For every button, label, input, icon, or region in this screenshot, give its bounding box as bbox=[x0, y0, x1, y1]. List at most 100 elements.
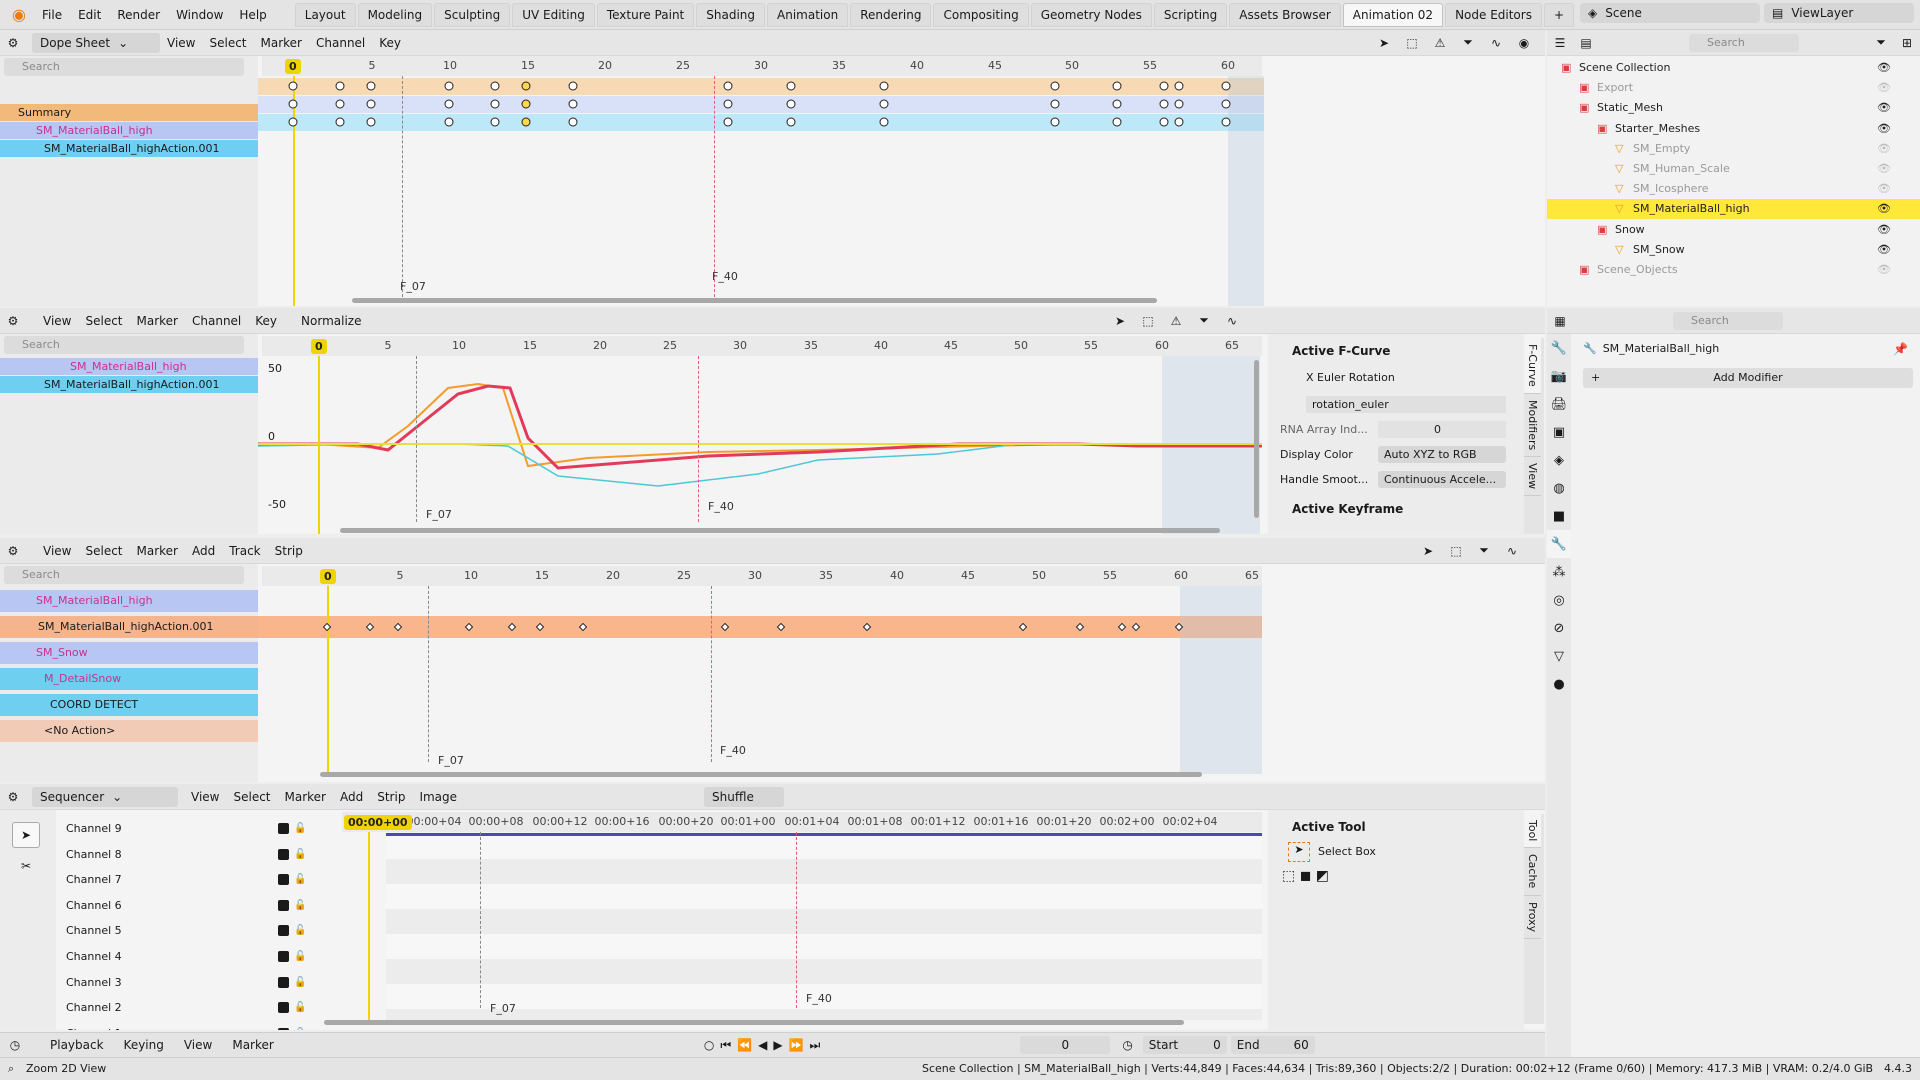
outliner-row[interactable]: ▣ Scene Collection 👁 bbox=[1547, 58, 1920, 78]
dope-sheet-mode-dropdown[interactable]: Dope Sheet ⌄ bbox=[32, 32, 160, 53]
lock-icon[interactable]: 🔓 bbox=[294, 946, 306, 968]
channel-mute-checkbox[interactable] bbox=[278, 823, 289, 834]
keyframe[interactable] bbox=[1174, 81, 1184, 91]
active-keyframe-panel-title[interactable]: Active Keyframe bbox=[1292, 502, 1403, 516]
nla-coord-detect-channel[interactable]: COORD DETECT bbox=[0, 694, 258, 716]
object-tab-icon[interactable]: ■ bbox=[1547, 502, 1571, 530]
fcurve-path-field[interactable]: rotation_euler bbox=[1306, 396, 1506, 413]
editor-type-icon[interactable]: ⚙ bbox=[0, 311, 26, 331]
graph-v-scrollbar[interactable] bbox=[1254, 360, 1259, 518]
keyframe[interactable] bbox=[444, 81, 453, 91]
tool-tab-icon[interactable]: 🔧 bbox=[1547, 334, 1571, 362]
menu-keying[interactable]: Keying bbox=[114, 1038, 174, 1052]
keyframe[interactable] bbox=[723, 99, 733, 109]
lock-icon[interactable]: 🔓 bbox=[294, 972, 306, 994]
active-tool-panel-title[interactable]: Active Tool bbox=[1292, 820, 1366, 834]
keyframe[interactable] bbox=[1050, 99, 1060, 109]
tab-modifiers[interactable]: Modifiers bbox=[1524, 394, 1541, 457]
tab-view[interactable]: View bbox=[1524, 457, 1541, 497]
menu-marker[interactable]: Marker bbox=[130, 309, 185, 333]
constraints-tab-icon[interactable]: ⊘ bbox=[1547, 614, 1571, 642]
tab-rendering[interactable]: Rendering bbox=[850, 2, 932, 27]
channel-mute-checkbox[interactable] bbox=[278, 848, 289, 860]
summary-channel[interactable]: Summary bbox=[0, 104, 258, 121]
menu-key[interactable]: Key bbox=[372, 31, 408, 55]
menu-view[interactable]: View bbox=[160, 31, 202, 55]
tab-animation[interactable]: Animation bbox=[767, 2, 849, 27]
add-modifier-button[interactable]: + Add Modifier bbox=[1583, 368, 1913, 388]
array-index-field[interactable]: 0 bbox=[1378, 421, 1506, 438]
nla-action-channel[interactable]: SM_MaterialBall_highAction.001 bbox=[0, 616, 258, 638]
visibility-eye-icon[interactable]: 👁 bbox=[1877, 98, 1891, 118]
outliner-row[interactable]: ▣ Static_Mesh 👁 bbox=[1547, 98, 1920, 118]
keyframe[interactable] bbox=[335, 117, 345, 127]
playhead[interactable] bbox=[368, 832, 370, 1020]
keyframe[interactable] bbox=[1221, 99, 1231, 109]
view-layer-selector[interactable]: ▤ ViewLayer bbox=[1764, 3, 1914, 23]
visibility-eye-icon[interactable]: 👁 bbox=[1877, 139, 1891, 159]
view-layer-tab-icon[interactable]: ▣ bbox=[1547, 418, 1571, 446]
current-frame-indicator[interactable]: 00:00+00 bbox=[344, 815, 412, 830]
lock-icon[interactable]: 🔓 bbox=[294, 869, 306, 891]
keyframe[interactable] bbox=[1112, 99, 1122, 109]
graph-h-scrollbar[interactable] bbox=[340, 528, 1220, 533]
channel-mute-checkbox[interactable] bbox=[278, 899, 289, 911]
box-select-icon[interactable]: ⬚ bbox=[1399, 33, 1425, 53]
tab-texture-paint[interactable]: Texture Paint bbox=[596, 2, 695, 27]
select-icon[interactable]: ➤ bbox=[1107, 311, 1133, 331]
keyframe[interactable] bbox=[786, 99, 796, 109]
keyframe[interactable] bbox=[1221, 81, 1231, 91]
keyframe[interactable] bbox=[288, 99, 298, 109]
blade-tool-icon[interactable]: ✂ bbox=[12, 854, 40, 880]
keyframe[interactable] bbox=[723, 81, 733, 91]
current-frame-indicator[interactable]: 0 bbox=[320, 569, 336, 584]
lock-icon[interactable]: 🔓 bbox=[294, 818, 306, 840]
visibility-eye-icon[interactable]: 👁 bbox=[1877, 179, 1891, 199]
lock-icon[interactable]: 🔓 bbox=[294, 920, 306, 942]
marker-f07[interactable]: F_07 bbox=[400, 280, 426, 293]
keyframe[interactable] bbox=[568, 117, 578, 127]
outliner-search-input[interactable]: Search bbox=[1689, 33, 1799, 52]
menu-view[interactable]: View bbox=[174, 1038, 222, 1052]
end-frame-field[interactable]: End 60 bbox=[1230, 1036, 1315, 1054]
tab-layout[interactable]: Layout bbox=[294, 2, 356, 27]
handle-smoothing-dropdown[interactable]: Continuous Accele... bbox=[1378, 471, 1506, 488]
snap-icon[interactable]: ∿ bbox=[1219, 311, 1245, 331]
particles-tab-icon[interactable]: ⁂ bbox=[1547, 558, 1571, 586]
filter-icon[interactable]: ⏷ bbox=[1471, 541, 1497, 561]
menu-marker[interactable]: Marker bbox=[130, 539, 185, 563]
nla-h-scrollbar[interactable] bbox=[320, 772, 1202, 777]
sequencer-channel[interactable]: Channel 6 🔓 bbox=[56, 895, 316, 917]
tab-sculpting[interactable]: Sculpting bbox=[434, 2, 511, 27]
menu-select[interactable]: Select bbox=[226, 785, 277, 809]
marker-f40[interactable]: F_40 bbox=[720, 744, 746, 757]
action-channel[interactable]: SM_MaterialBall_highAction.001 bbox=[0, 140, 258, 157]
menu-marker[interactable]: Marker bbox=[222, 1038, 283, 1052]
current-frame-field[interactable]: 0 bbox=[1020, 1036, 1111, 1054]
keyframe[interactable] bbox=[1174, 99, 1184, 109]
tab-compositing[interactable]: Compositing bbox=[933, 2, 1029, 27]
menu-select[interactable]: Select bbox=[78, 539, 129, 563]
lock-icon[interactable]: 🔓 bbox=[294, 997, 306, 1019]
visibility-eye-icon[interactable]: 👁 bbox=[1877, 78, 1891, 98]
blender-logo-icon[interactable]: ◉ bbox=[6, 2, 32, 28]
tab-scripting[interactable]: Scripting bbox=[1153, 2, 1228, 27]
marker-f40[interactable]: F_40 bbox=[708, 500, 734, 513]
current-frame-indicator[interactable]: 0 bbox=[285, 59, 301, 74]
tab-node-editors[interactable]: Node Editors bbox=[1445, 2, 1542, 27]
sequencer-mode-dropdown[interactable]: Sequencer ⌄ bbox=[32, 786, 178, 807]
menu-key[interactable]: Key bbox=[248, 309, 284, 333]
menu-window[interactable]: Window bbox=[168, 1, 231, 29]
render-tab-icon[interactable]: 📷 bbox=[1547, 362, 1571, 390]
marker-f40[interactable]: F_40 bbox=[712, 270, 738, 283]
play-icon[interactable]: ▶ bbox=[773, 1038, 782, 1053]
properties-search-input[interactable]: Search bbox=[1673, 311, 1783, 330]
channel-mute-checkbox[interactable] bbox=[278, 1027, 289, 1030]
keyframe[interactable] bbox=[1221, 117, 1231, 127]
warning-icon[interactable]: ⚠ bbox=[1163, 311, 1189, 331]
action-channel[interactable]: SM_MaterialBall_highAction.001 bbox=[0, 376, 258, 393]
filter-icon[interactable]: ⏷ bbox=[1455, 33, 1481, 53]
keyframe[interactable] bbox=[1159, 99, 1169, 109]
active-fcurve-panel-title[interactable]: Active F-Curve bbox=[1292, 344, 1390, 358]
jump-end-icon[interactable]: ⏭ bbox=[810, 1038, 821, 1053]
